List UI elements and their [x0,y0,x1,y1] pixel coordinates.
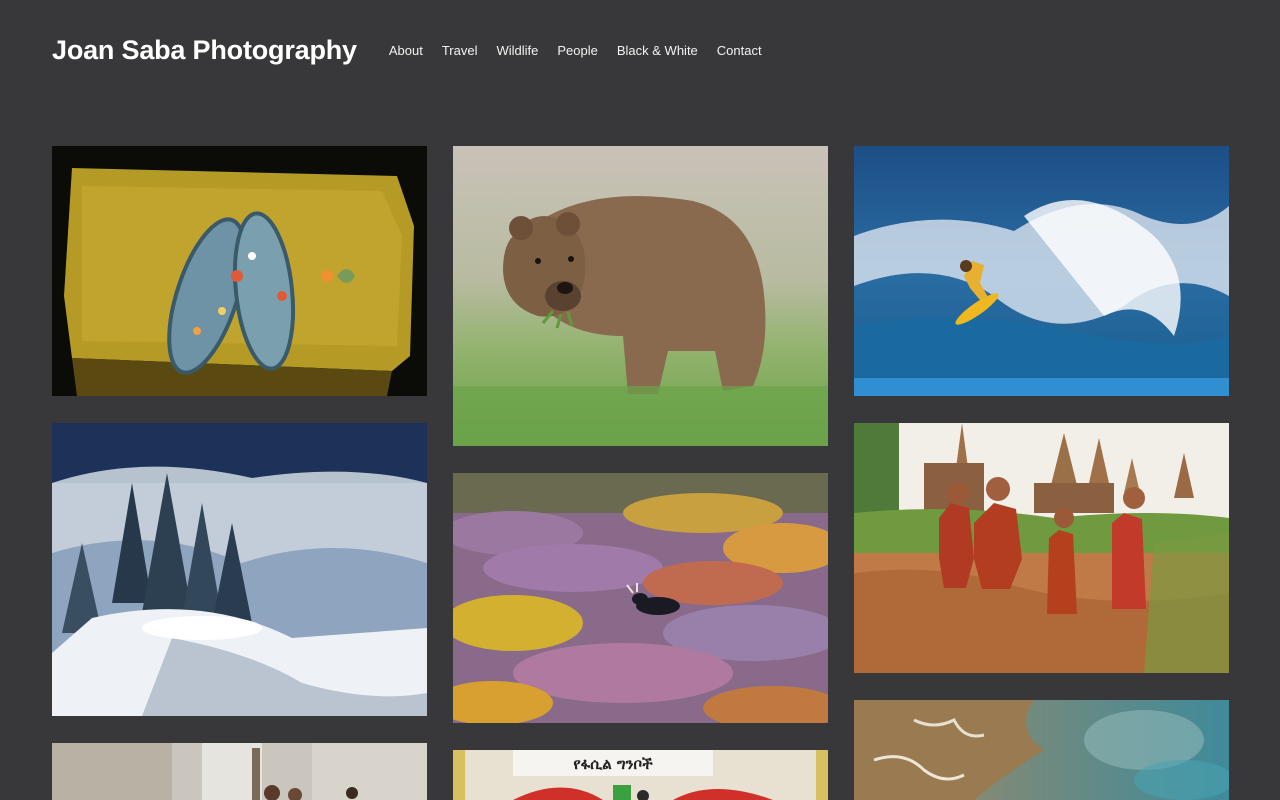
gallery-photo-moose[interactable] [453,473,828,723]
gallery-photo-painted-sign[interactable]: የፋሲል ግንቦች [453,750,828,800]
gallery-photo-surfer[interactable] [854,146,1229,396]
sign-lettering: የፋሲል ግንቦች [573,755,653,774]
photo-bear-image [453,146,828,446]
photo-surfer-image [854,146,1229,396]
photo-street-market-image [52,743,427,800]
photo-snow-forest-image [52,423,427,716]
photo-sandals-image [52,146,427,396]
photo-monks-image [854,423,1229,673]
gallery-photo-sandals[interactable] [52,146,427,396]
gallery-photo-bear[interactable] [453,146,828,446]
gallery-photo-aerial-coast[interactable] [854,700,1229,800]
photo-aerial-coast-image [854,700,1229,800]
gallery-photo-monks[interactable] [854,423,1229,673]
photo-moose-image [453,473,828,723]
gallery-photo-street-market[interactable] [52,743,427,800]
photo-painted-sign-image: የፋሲል ግንቦች [453,750,828,800]
photo-gallery: የፋሲል ግንቦች [0,0,1280,800]
gallery-photo-snow-forest[interactable] [52,423,427,716]
